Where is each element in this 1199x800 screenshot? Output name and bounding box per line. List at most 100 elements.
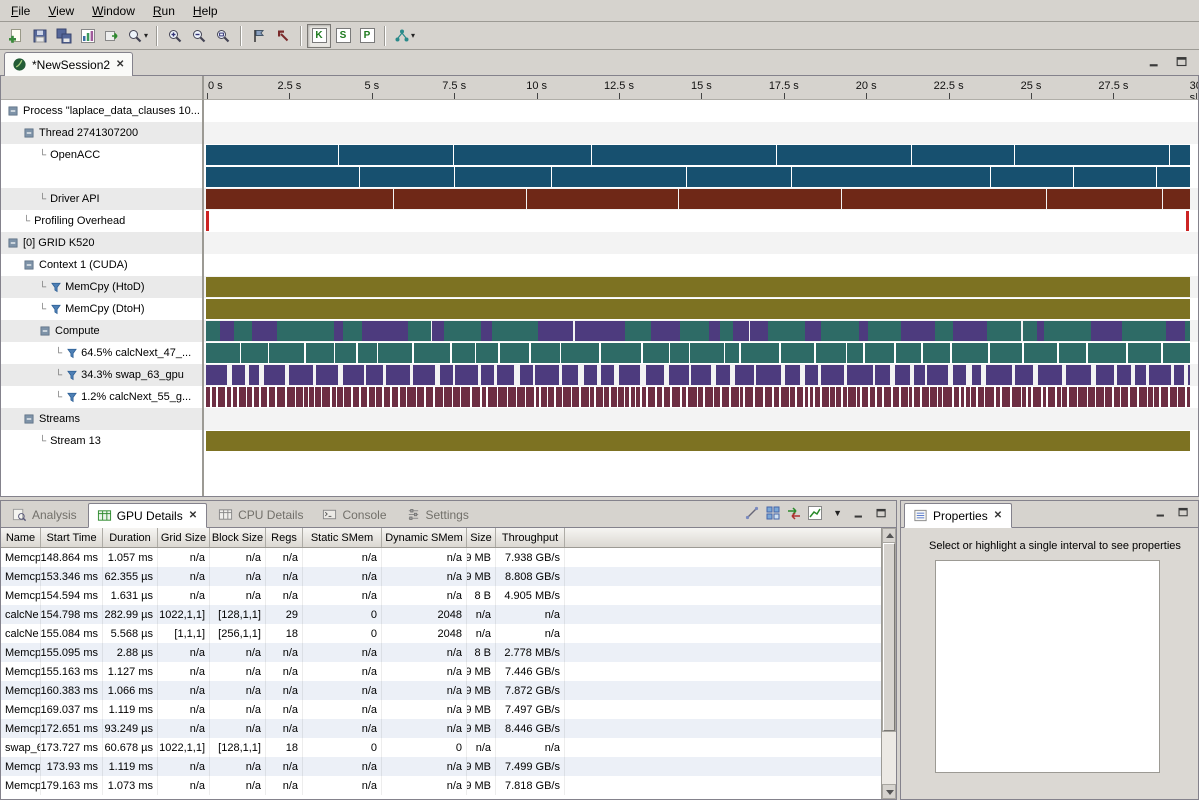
close-icon[interactable]: ✕ <box>993 510 1003 521</box>
collapse-toggle-icon[interactable] <box>7 105 19 117</box>
process-mode-button[interactable]: P <box>355 24 379 48</box>
collapse-toggle-icon[interactable] <box>7 237 19 249</box>
minimize-icon[interactable] <box>1154 505 1169 519</box>
filter-icon[interactable] <box>66 391 78 403</box>
timeline-bar[interactable] <box>206 145 1190 165</box>
tree-row[interactable]: └OpenACC <box>1 144 202 188</box>
correlate-button[interactable] <box>744 505 760 521</box>
minimize-icon[interactable] <box>852 506 867 520</box>
column-header-static-smem[interactable]: Static SMem <box>303 528 382 547</box>
timeline-bar[interactable] <box>206 167 1190 187</box>
tab-gpu-details[interactable]: GPU Details✕ <box>88 503 207 528</box>
column-header-size[interactable]: Size <box>467 528 496 547</box>
table-row[interactable]: Memcp169.037 ms1.119 msn/an/an/an/an/a9 … <box>1 700 881 719</box>
export-chart-button[interactable] <box>807 505 823 521</box>
tree-row[interactable]: └64.5% calcNext_47_... <box>1 342 202 364</box>
tree-row[interactable]: Compute <box>1 320 202 342</box>
tree-row[interactable]: Context 1 (CUDA) <box>1 254 202 276</box>
tree-row[interactable]: └1.2% calcNext_55_g... <box>1 386 202 408</box>
maximize-icon[interactable] <box>874 506 889 520</box>
view-menu-icon[interactable]: ▼ <box>830 508 845 518</box>
zoom-in-button[interactable] <box>163 24 187 48</box>
vertical-scrollbar[interactable] <box>881 528 896 799</box>
tab-properties[interactable]: Properties ✕ <box>904 503 1012 528</box>
table-row[interactable]: Memcp148.864 ms1.057 msn/an/an/an/an/a9 … <box>1 548 881 567</box>
table-row[interactable]: Memcp179.163 ms1.073 msn/an/an/an/an/a9 … <box>1 776 881 795</box>
table-row[interactable]: calcNe155.084 ms5.568 µs[1,1,1][256,1,1]… <box>1 624 881 643</box>
table-row[interactable]: swap_6173.727 ms60.678 µs1022,1,1][128,1… <box>1 738 881 757</box>
dropdown-caret-icon[interactable]: ▾ <box>411 31 415 40</box>
timeline-bar[interactable] <box>206 321 1190 341</box>
timeline-bar[interactable] <box>206 299 1190 319</box>
report-button[interactable] <box>76 24 100 48</box>
column-header-throughput[interactable]: Throughput <box>496 528 565 547</box>
column-header-duration[interactable]: Duration <box>103 528 158 547</box>
filter-icon[interactable] <box>66 347 78 359</box>
tree-row[interactable]: └Profiling Overhead <box>1 210 202 232</box>
column-header-regs[interactable]: Regs <box>266 528 303 547</box>
column-header-start-time[interactable]: Start Time <box>41 528 103 547</box>
menu-view[interactable]: View <box>39 1 83 21</box>
tree-row[interactable]: └MemCpy (DtoH) <box>1 298 202 320</box>
menu-file[interactable]: File <box>2 1 39 21</box>
collapse-toggle-icon[interactable] <box>39 325 51 337</box>
timeline-bar[interactable] <box>206 343 1190 363</box>
stream-mode-button[interactable]: S <box>331 24 355 48</box>
scrollbar-thumb[interactable] <box>883 543 895 731</box>
tree-row[interactable]: [0] GRID K520 <box>1 232 202 254</box>
tab-cpu-details[interactable]: CPU Details <box>210 502 311 527</box>
marker-flag-button[interactable] <box>247 24 271 48</box>
flat-profile-button[interactable] <box>765 505 781 521</box>
column-header-block-size[interactable]: Block Size <box>210 528 266 547</box>
menu-window[interactable]: Window <box>83 1 144 21</box>
timeline-bar[interactable] <box>206 387 1190 407</box>
collapse-toggle-icon[interactable] <box>23 259 35 271</box>
close-icon[interactable]: ✕ <box>115 59 125 70</box>
zoom-fit-button[interactable] <box>211 24 235 48</box>
column-header-name[interactable]: Name <box>1 528 41 547</box>
minimize-icon[interactable] <box>1147 55 1162 69</box>
tab-analysis[interactable]: Analysis <box>4 502 85 527</box>
scroll-down-icon[interactable] <box>882 784 896 799</box>
tree-row[interactable]: └34.3% swap_63_gpu <box>1 364 202 386</box>
table-row[interactable]: Memcp173.93 ms1.119 msn/an/an/an/an/a9 M… <box>1 757 881 776</box>
session-tab[interactable]: *NewSession2 ✕ <box>4 52 133 76</box>
zoom-out-button[interactable] <box>187 24 211 48</box>
table-row[interactable]: Memcp155.163 ms1.127 msn/an/an/an/an/a9 … <box>1 662 881 681</box>
close-icon[interactable]: ✕ <box>188 510 198 521</box>
filter-icon[interactable] <box>66 369 78 381</box>
table-row[interactable]: Memcp172.651 ms93.249 µsn/an/an/an/an/a9… <box>1 719 881 738</box>
timeline-bar[interactable] <box>206 365 1190 385</box>
tree-row[interactable]: Thread 2741307200 <box>1 122 202 144</box>
column-header-dynamic-smem[interactable]: Dynamic SMem <box>382 528 467 547</box>
tab-console[interactable]: Console <box>314 502 394 527</box>
table-row[interactable]: Memcp153.346 ms62.355 µsn/an/an/an/an/a9… <box>1 567 881 586</box>
menu-run[interactable]: Run <box>144 1 184 21</box>
tree-row[interactable]: └MemCpy (HtoD) <box>1 276 202 298</box>
table-row[interactable]: Memcp154.594 ms1.631 µsn/an/an/an/an/a8 … <box>1 586 881 605</box>
tree-row[interactable]: └Stream 13 <box>1 430 202 452</box>
timeline-bar[interactable] <box>206 431 1190 451</box>
timeline-bar[interactable] <box>206 277 1190 297</box>
compare-button[interactable] <box>786 505 802 521</box>
column-header-grid-size[interactable]: Grid Size <box>158 528 210 547</box>
save-all-button[interactable] <box>52 24 76 48</box>
timeline-bar[interactable] <box>206 211 1190 231</box>
filter-icon[interactable] <box>50 303 62 315</box>
table-row[interactable]: Memcp155.095 ms2.88 µsn/an/an/an/an/a8 B… <box>1 643 881 662</box>
maximize-icon[interactable] <box>1176 505 1191 519</box>
export-button[interactable] <box>100 24 124 48</box>
analysis-button[interactable]: ▾ <box>391 24 418 48</box>
filter-icon[interactable] <box>50 281 62 293</box>
zoom-settings-button[interactable]: ▾ <box>124 24 151 48</box>
collapse-toggle-icon[interactable] <box>23 127 35 139</box>
kernel-mode-button[interactable]: K <box>307 24 331 48</box>
tree-row[interactable]: └Driver API <box>1 188 202 210</box>
timeline-bar[interactable] <box>206 189 1190 209</box>
new-session-button[interactable] <box>4 24 28 48</box>
scroll-up-icon[interactable] <box>882 528 896 543</box>
menu-help[interactable]: Help <box>184 1 227 21</box>
tab-settings[interactable]: Settings <box>398 502 477 527</box>
maximize-icon[interactable] <box>1174 55 1189 69</box>
table-row[interactable]: calcNe154.798 ms282.99 µs1022,1,1][128,1… <box>1 605 881 624</box>
